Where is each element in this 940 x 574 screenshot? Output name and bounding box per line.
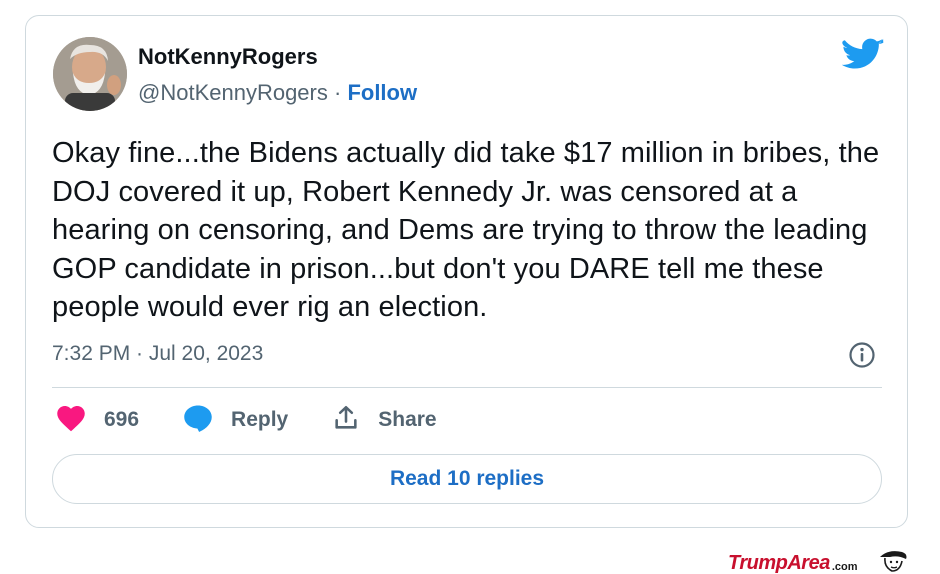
- like-button[interactable]: 696: [56, 404, 139, 437]
- tweet-card: NotKennyRogers @NotKennyRogers · Follow …: [25, 15, 908, 528]
- divider: [52, 387, 882, 388]
- handle[interactable]: @NotKennyRogers: [138, 80, 328, 105]
- read-replies-button[interactable]: Read 10 replies: [52, 454, 882, 504]
- watermark: TrumpArea .com: [728, 549, 910, 574]
- info-icon[interactable]: [848, 341, 876, 369]
- likes-count: 696: [104, 408, 140, 431]
- action-bar: 696 Reply Share: [56, 402, 481, 438]
- avatar[interactable]: [53, 37, 127, 111]
- watermark-suffix: .com: [831, 560, 858, 573]
- heart-icon: [56, 404, 86, 437]
- follow-button[interactable]: Follow: [347, 80, 417, 105]
- watermark-brand: TrumpArea: [728, 552, 830, 574]
- page: NotKennyRogers @NotKennyRogers · Follow …: [0, 0, 940, 574]
- trump-caricature-icon: [876, 549, 910, 574]
- twitter-bird-icon[interactable]: [841, 38, 884, 74]
- reply-label: Reply: [231, 408, 289, 431]
- reply-button[interactable]: Reply: [183, 404, 288, 437]
- display-name[interactable]: NotKennyRogers: [138, 44, 318, 70]
- timestamp[interactable]: 7:32 PM · Jul 20, 2023: [52, 342, 263, 366]
- share-button[interactable]: Share: [332, 404, 437, 437]
- handle-line: @NotKennyRogers · Follow: [138, 80, 417, 106]
- share-label: Share: [378, 408, 437, 431]
- separator-dot: ·: [327, 80, 348, 105]
- tweet-text: Okay fine...the Bidens actually did take…: [52, 137, 880, 323]
- speech-bubble-icon: [183, 404, 213, 437]
- share-upload-icon: [332, 404, 360, 437]
